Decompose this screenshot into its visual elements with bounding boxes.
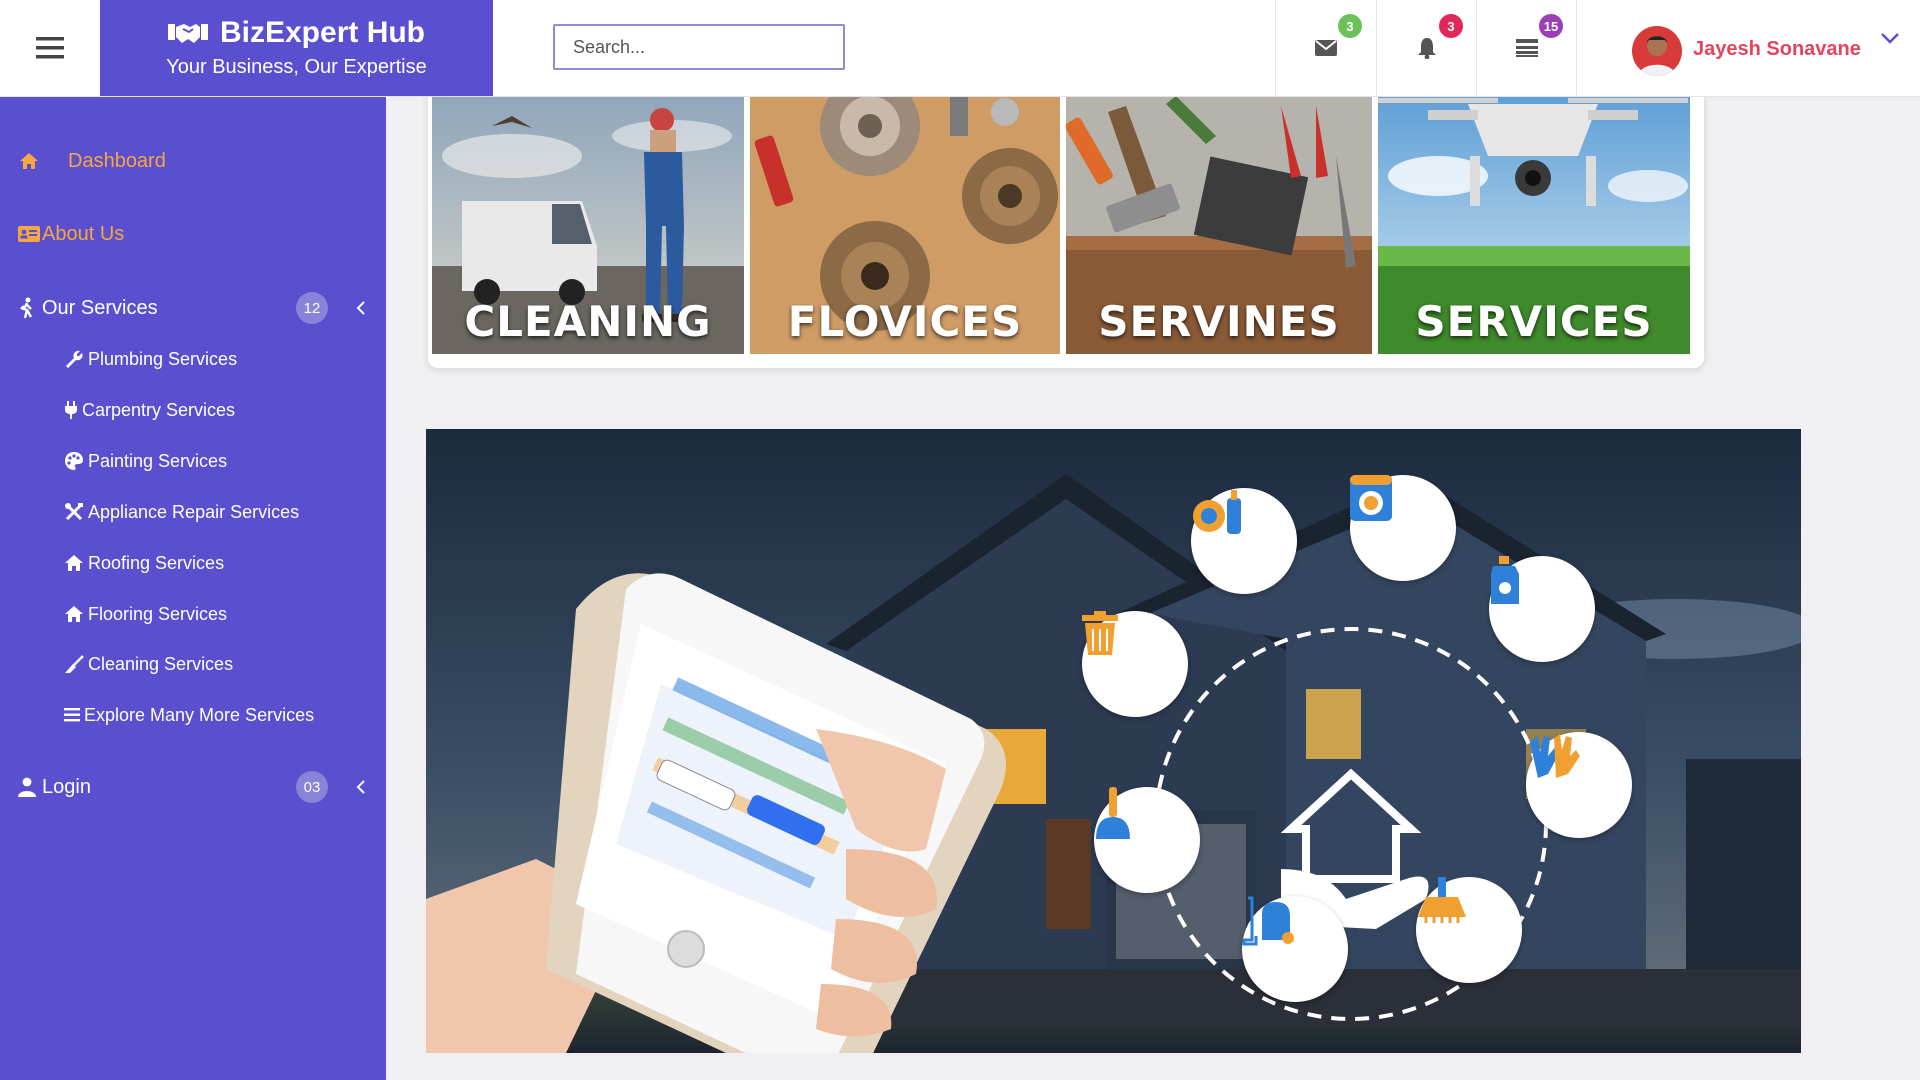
tile-label: CLEANING bbox=[464, 297, 712, 346]
vacuum-cleaner-icon bbox=[1242, 896, 1348, 1002]
trash-bin-icon bbox=[1082, 611, 1188, 717]
sidebar-item-label: Login bbox=[42, 775, 91, 798]
subitem-label: Roofing Services bbox=[88, 552, 225, 573]
top-header: BizExpert Hub Your Business, Our Experti… bbox=[0, 0, 1920, 97]
subitem-label: Painting Services bbox=[88, 450, 228, 471]
subitem-label: Carpentry Services bbox=[82, 399, 236, 420]
handshake-icon bbox=[167, 24, 208, 43]
palette-icon bbox=[64, 451, 84, 471]
login-count-badge: 03 bbox=[296, 771, 328, 803]
wrench-icon bbox=[64, 349, 84, 369]
sidebar: Dashboard About Us Our Services 12 Plumb… bbox=[0, 96, 386, 1080]
messages-button[interactable]: 3 bbox=[1275, 0, 1376, 96]
tools-icon bbox=[64, 502, 84, 522]
plug-icon bbox=[64, 400, 78, 420]
list-icon bbox=[1516, 39, 1538, 57]
subitem-label: Plumbing Services bbox=[88, 348, 238, 369]
envelope-icon bbox=[1315, 40, 1337, 56]
brand-title: BizExpert Hub bbox=[219, 16, 426, 49]
dish-soap-icon bbox=[1191, 488, 1297, 594]
person-walking-icon bbox=[16, 297, 38, 319]
id-card-icon bbox=[18, 223, 40, 245]
bell-icon bbox=[1418, 38, 1436, 59]
sidebar-item-dashboard[interactable]: Dashboard bbox=[0, 136, 386, 186]
sidebar-item-services[interactable]: Our Services 12 bbox=[0, 283, 386, 333]
sidebar-item-label: About Us bbox=[42, 222, 125, 245]
menu-toggle-button[interactable] bbox=[0, 0, 100, 96]
notifications-badge: 3 bbox=[1439, 14, 1463, 38]
search-input[interactable] bbox=[553, 24, 845, 70]
washing-machine-icon bbox=[1350, 475, 1456, 581]
sidebar-item-label: Our Services bbox=[42, 296, 158, 319]
service-tile-services[interactable]: SERVICES bbox=[1378, 96, 1690, 354]
sidebar-item-login[interactable]: Login 03 bbox=[0, 762, 386, 812]
user-name: Jayesh Sonavane bbox=[1693, 38, 1861, 60]
avatar bbox=[1632, 26, 1682, 76]
services-count-badge: 12 bbox=[296, 292, 328, 324]
gloves-icon bbox=[1526, 732, 1632, 838]
user-icon bbox=[16, 776, 38, 798]
tile-label: SERVICES bbox=[1415, 297, 1653, 346]
sidebar-subitem-explore-more[interactable]: Explore Many More Services bbox=[64, 697, 314, 733]
broom-icon bbox=[1416, 877, 1522, 983]
sidebar-subitem-appliance-repair[interactable]: Appliance Repair Services bbox=[64, 494, 299, 530]
plunger-icon bbox=[1094, 787, 1200, 893]
service-image-carousel: CLEANING FLOVICES SERVINES SERVICES bbox=[428, 86, 1704, 368]
sidebar-subitem-roofing[interactable]: Roofing Services bbox=[64, 545, 224, 581]
detergent-bottle-icon bbox=[1489, 556, 1595, 662]
brand-tagline: Your Business, Our Expertise bbox=[166, 56, 427, 78]
sidebar-subitem-flooring[interactable]: Flooring Services bbox=[64, 596, 227, 632]
subitem-label: Explore Many More Services bbox=[84, 704, 315, 725]
notifications-button[interactable]: 3 bbox=[1376, 0, 1477, 96]
home-icon bbox=[18, 150, 40, 172]
home-icon bbox=[64, 553, 84, 573]
sidebar-subitem-cleaning[interactable]: Cleaning Services bbox=[64, 646, 233, 682]
chevron-left-icon bbox=[356, 301, 365, 315]
tile-label: SERVINES bbox=[1098, 297, 1340, 346]
brand-logo[interactable]: BizExpert Hub Your Business, Our Experti… bbox=[100, 0, 493, 96]
broom-icon bbox=[64, 654, 84, 674]
subitem-label: Appliance Repair Services bbox=[88, 501, 300, 522]
subitem-label: Flooring Services bbox=[88, 603, 228, 624]
hero-banner bbox=[426, 429, 1801, 1053]
tasks-badge: 15 bbox=[1539, 14, 1563, 38]
sidebar-subitem-carpentry[interactable]: Carpentry Services bbox=[64, 392, 235, 428]
sidebar-item-label: Dashboard bbox=[68, 149, 166, 172]
service-tile-cleaning[interactable]: CLEANING bbox=[432, 96, 744, 354]
sidebar-subitem-plumbing[interactable]: Plumbing Services bbox=[64, 341, 237, 377]
subitem-label: Cleaning Services bbox=[88, 653, 234, 674]
service-tile-flovices[interactable]: FLOVICES bbox=[750, 96, 1060, 354]
home-icon bbox=[64, 604, 84, 624]
tasks-button[interactable]: 15 bbox=[1476, 0, 1577, 96]
tile-label: FLOVICES bbox=[787, 297, 1023, 346]
messages-badge: 3 bbox=[1338, 14, 1362, 38]
chevron-down-icon bbox=[1881, 33, 1899, 44]
service-tile-servines[interactable]: SERVINES bbox=[1066, 96, 1372, 354]
chevron-left-icon bbox=[356, 780, 365, 794]
list-icon bbox=[64, 705, 80, 725]
hamburger-icon bbox=[36, 37, 64, 59]
sidebar-item-about[interactable]: About Us bbox=[0, 209, 386, 259]
sidebar-subitem-painting[interactable]: Painting Services bbox=[64, 443, 227, 479]
user-menu[interactable]: Jayesh Sonavane bbox=[1576, 0, 1920, 96]
